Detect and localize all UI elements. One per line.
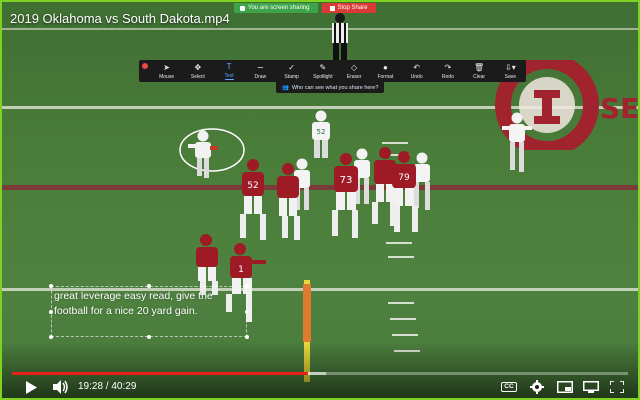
player-white bbox=[502, 112, 532, 172]
cast-icon bbox=[583, 381, 599, 393]
svg-text:52: 52 bbox=[247, 181, 258, 191]
tool-select[interactable]: ✥ Select bbox=[182, 63, 213, 80]
miniplayer-icon bbox=[557, 381, 573, 393]
tool-stamp[interactable]: ✓ Stamp bbox=[276, 63, 307, 80]
captions-icon: CC bbox=[501, 382, 517, 392]
undo-icon: ↶ bbox=[413, 62, 420, 72]
played-fill bbox=[12, 372, 309, 375]
video-title: 2019 Oklahoma vs South Dakota.mp4 bbox=[10, 11, 230, 26]
settings-button[interactable] bbox=[526, 379, 548, 395]
tool-clear[interactable]: 🗑 Clear bbox=[464, 63, 495, 80]
tool-redo[interactable]: ↷ Redo bbox=[432, 63, 463, 80]
video-frame: SEC 52 bbox=[0, 0, 640, 400]
spotlight-icon: ✎ bbox=[319, 62, 327, 72]
annotation-toolbar: ➤ Mouse ✥ Select T Text ∼ Draw ✓ Stamp ✎ Spotl… bbox=[139, 60, 526, 82]
stop-share-label: Stop Share bbox=[337, 5, 368, 11]
player-crimson bbox=[277, 163, 300, 240]
logo-text: SEC bbox=[600, 92, 640, 125]
svg-text:73: 73 bbox=[340, 175, 353, 186]
stop-icon bbox=[329, 5, 335, 11]
svg-text:52: 52 bbox=[317, 128, 326, 136]
miniplayer-button[interactable] bbox=[554, 379, 576, 395]
annotation-text[interactable]: great leverage easy read, give the footb… bbox=[54, 289, 244, 319]
sharing-status-text: You are screen sharing bbox=[248, 5, 310, 11]
play-icon bbox=[26, 380, 37, 394]
yard-line bbox=[2, 28, 638, 30]
close-icon[interactable] bbox=[142, 63, 148, 69]
volume-button[interactable] bbox=[50, 379, 72, 395]
sharing-status: You are screen sharing bbox=[234, 3, 318, 13]
play-button[interactable] bbox=[20, 379, 42, 395]
tool-text[interactable]: T Text bbox=[214, 62, 245, 80]
field-border-line bbox=[2, 185, 638, 190]
checkmark-icon: ✓ bbox=[288, 62, 295, 72]
fullscreen-icon bbox=[610, 381, 624, 393]
format-icon: ● bbox=[382, 62, 388, 72]
save-icon: ⇩▾ bbox=[505, 62, 516, 72]
player-crimson: 52 bbox=[240, 159, 266, 240]
stop-share-button[interactable]: Stop Share bbox=[321, 3, 376, 13]
tool-save[interactable]: ⇩▾ Save bbox=[495, 63, 526, 80]
who-can-see-link[interactable]: 👥 Who can see what you share here? bbox=[276, 82, 385, 93]
trash-icon: 🗑 bbox=[474, 62, 485, 72]
tool-draw[interactable]: ∼ Draw bbox=[245, 63, 276, 80]
svg-text:1: 1 bbox=[238, 265, 244, 275]
tool-mouse[interactable]: ➤ Mouse bbox=[151, 63, 182, 80]
fullscreen-button[interactable] bbox=[606, 379, 628, 395]
cast-button[interactable] bbox=[580, 379, 602, 395]
squiggle-icon: ∼ bbox=[257, 62, 264, 72]
shield-icon bbox=[240, 5, 245, 11]
people-icon: 👥 bbox=[282, 84, 289, 91]
player-crimson: 73 bbox=[332, 153, 358, 238]
screen-share-bar: You are screen sharing Stop Share bbox=[234, 2, 376, 14]
volume-icon bbox=[53, 380, 68, 394]
redo-icon: ↷ bbox=[444, 62, 452, 72]
move-icon: ✥ bbox=[194, 62, 202, 72]
tool-eraser[interactable]: ◇ Eraser bbox=[339, 63, 370, 80]
text-icon: T bbox=[226, 62, 232, 71]
tool-spotlight[interactable]: ✎ Spotlight bbox=[307, 63, 338, 80]
who-can-see-text: Who can see what you share here? bbox=[291, 84, 379, 91]
player-white bbox=[188, 130, 218, 178]
referee bbox=[332, 13, 348, 61]
svg-text:79: 79 bbox=[398, 173, 410, 183]
goal-post-padding bbox=[303, 284, 311, 342]
captions-button[interactable]: CC bbox=[498, 379, 520, 395]
tool-format[interactable]: ● Format bbox=[370, 63, 401, 80]
time-display: 19:28 / 40:29 bbox=[78, 381, 137, 392]
settings-icon bbox=[530, 380, 544, 394]
tool-undo[interactable]: ↶ Undo bbox=[401, 63, 432, 80]
player-crimson: 79 bbox=[392, 151, 418, 232]
eraser-icon: ◇ bbox=[351, 62, 358, 72]
progress-bar[interactable] bbox=[12, 372, 628, 375]
cursor-icon: ➤ bbox=[163, 62, 170, 72]
